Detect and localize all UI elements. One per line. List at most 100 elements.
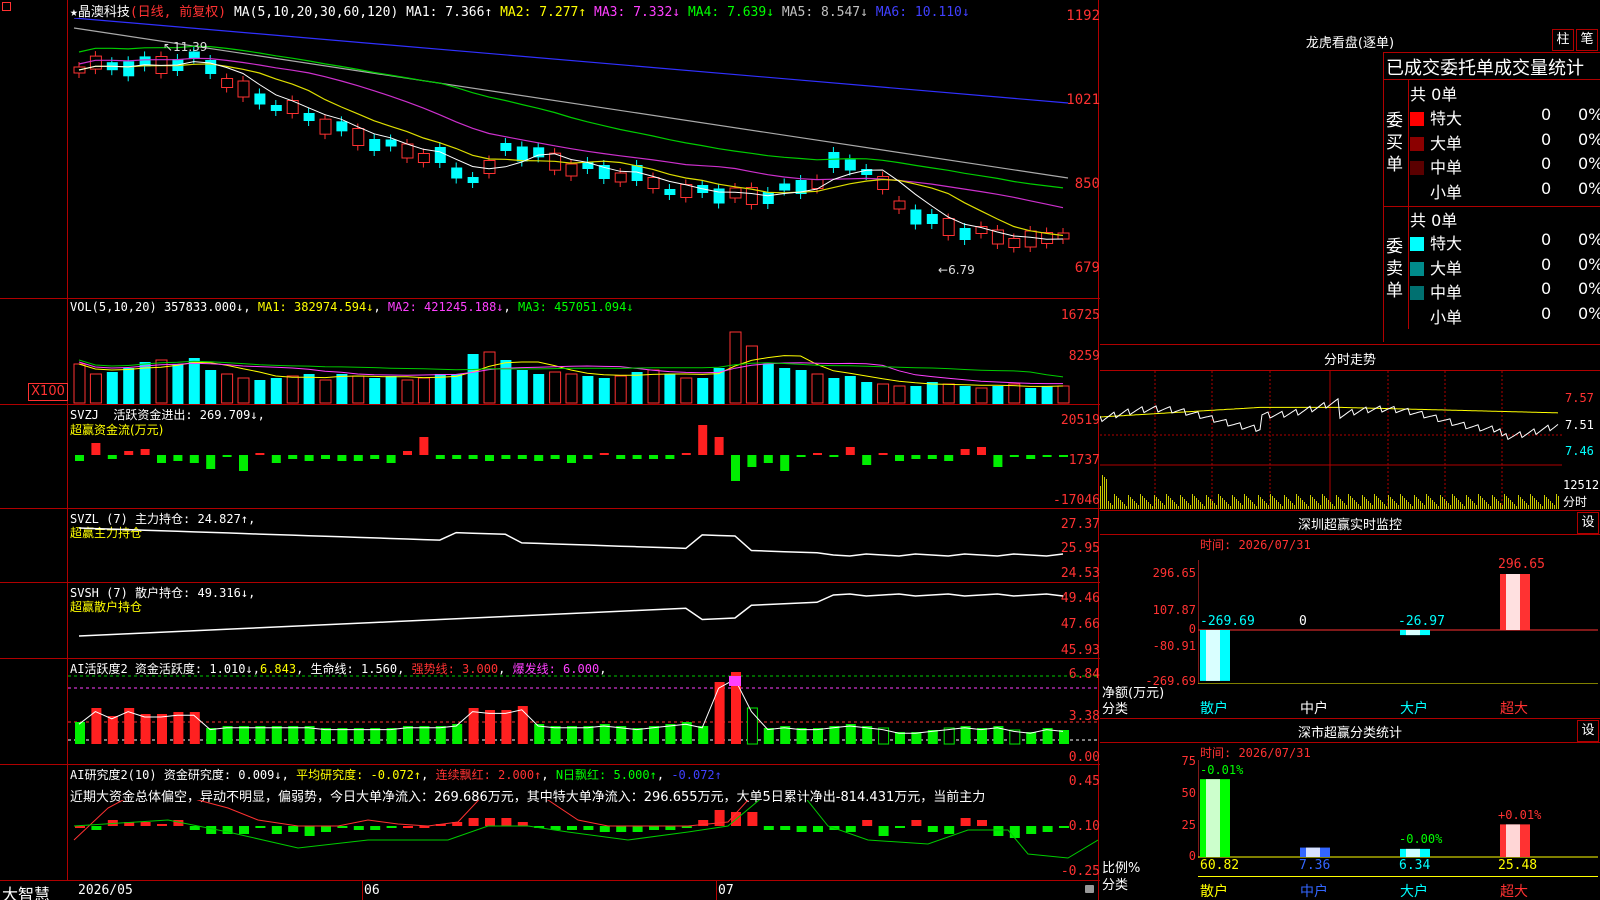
sell-side-label: 委卖单: [1386, 237, 1403, 301]
sz-monitor-axis-title2: 分类: [1102, 702, 1129, 717]
sz-monitor-cat: 大户: [1400, 701, 1428, 717]
sz-stats-change: -0.01%: [1200, 763, 1244, 777]
sz-stats-value: 6.34: [1399, 858, 1431, 873]
sell-color-swatch: [1410, 310, 1424, 325]
intraday-chart[interactable]: [1100, 371, 1562, 509]
corner-settings-icon[interactable]: [2, 2, 11, 11]
candle: [221, 73, 234, 93]
buy-pct: 0%: [1578, 154, 1600, 173]
sell-color-swatch: [1410, 261, 1424, 276]
candle: [893, 196, 906, 214]
candle: [959, 223, 971, 245]
buy-pct: 0%: [1578, 178, 1600, 198]
sell-row: 大单 0 0%: [1410, 255, 1600, 279]
sz-monitor-cat: 中户: [1300, 701, 1328, 717]
sell-pct: 0%: [1578, 254, 1600, 274]
sz-monitor-bar: [1200, 630, 1230, 681]
sz-stats-tick: 75: [1181, 754, 1196, 768]
candle: [303, 108, 315, 126]
sell-name: 小单: [1430, 307, 1463, 327]
sell-pct: 0%: [1578, 279, 1600, 298]
sz-monitor-title: 深圳超赢实时监控: [1297, 518, 1402, 533]
sell-pct: 0%: [1578, 230, 1600, 249]
sell-color-swatch: [1410, 237, 1424, 251]
sz-stats-bar: [1400, 848, 1430, 857]
candle: [910, 204, 922, 230]
sell-name: 大单: [1430, 258, 1463, 278]
price-chart[interactable]: [68, 18, 1098, 298]
buy-count: 0: [1541, 129, 1552, 149]
candle: [991, 225, 1004, 249]
sz-monitor-settings-button[interactable]: 设: [1577, 512, 1599, 534]
sz-stats-cat: 大户: [1400, 884, 1428, 900]
ai-research-chart[interactable]: [68, 800, 1098, 880]
candle: [680, 179, 693, 203]
svzj-chart[interactable]: [68, 406, 1098, 508]
candle: [500, 138, 512, 156]
buy-color-swatch: [1410, 185, 1424, 200]
sz-stats-settings-button[interactable]: 设: [1577, 720, 1599, 742]
lhb-bar-button[interactable]: 柱: [1552, 29, 1574, 51]
sell-pct: 0%: [1578, 303, 1600, 323]
candle: [319, 114, 332, 140]
high-marker: ↖11.39: [163, 40, 208, 54]
sz-monitor-tick: 107.87: [1152, 603, 1196, 617]
sz-stats-cat: 散户: [1200, 884, 1228, 900]
candle: [417, 148, 430, 168]
sz-stats-axis-title2: 分类: [1102, 878, 1129, 893]
lhb-tabs[interactable]: 已成交委托单成交量统计: [1386, 54, 1600, 80]
sell-row: 特大 0 0%: [1410, 230, 1600, 254]
candle: [1057, 228, 1070, 244]
chart-area[interactable]: ★晶澳科技(日线, 前复权) MA(5,10,20,30,60,120) MA1…: [0, 0, 1100, 900]
candle: [975, 221, 988, 239]
candle: [89, 51, 102, 75]
sell-color-swatch: [1410, 286, 1424, 300]
candle: [533, 142, 545, 163]
intraday-vol-label: 12512: [1563, 478, 1600, 492]
sell-count: 0: [1541, 230, 1552, 249]
ma5-line: [73, 27, 1069, 179]
buy-pct: 0%: [1578, 105, 1600, 124]
candle: [598, 160, 610, 184]
buy-row: 大单 0 0%: [1410, 130, 1600, 154]
candle: [434, 142, 446, 168]
sz-monitor-time: 时间: 2026/07/31: [1200, 538, 1311, 552]
sz-monitor-bar: [1500, 574, 1530, 630]
lock-icon[interactable]: [1085, 885, 1094, 893]
svzl-chart[interactable]: [68, 510, 1098, 582]
sz-monitor-cat: 散户: [1200, 701, 1228, 717]
candle: [467, 172, 479, 188]
candle: [713, 183, 725, 209]
sz-stats-bar: [1200, 779, 1230, 857]
intraday-unit: 分时: [1563, 495, 1588, 509]
sz-monitor-tick: 296.65: [1152, 566, 1196, 580]
lhb-tick-button[interactable]: 笔: [1576, 29, 1598, 51]
buy-count: 0: [1541, 154, 1552, 173]
sz-stats-change: -0.00%: [1399, 832, 1443, 846]
buy-side-label: 委买单: [1386, 111, 1403, 175]
sz-stats-change: +0.01%: [1498, 808, 1542, 822]
ai-res-tick: 0.45: [1068, 774, 1100, 789]
candle: [286, 95, 299, 119]
low-marker: ←6.79: [938, 263, 975, 277]
sell-count: 0: [1541, 303, 1552, 323]
date-label: 06: [364, 883, 380, 898]
sell-name: 特大: [1430, 234, 1463, 253]
ai-research-header: AI研究度2(10) 资金研究度: 0.009↓, 平均研究度: -0.072↑…: [70, 768, 722, 782]
candle: [270, 100, 282, 116]
vol-unit-badge[interactable]: X100: [28, 383, 68, 401]
buy-color-swatch: [1410, 112, 1424, 126]
sz-stats-value: 25.48: [1498, 858, 1538, 873]
date-label: 2026/05: [78, 883, 133, 898]
sz-stats-cat: 中户: [1300, 884, 1328, 900]
candle: [369, 134, 381, 156]
candlesticks: [73, 46, 1070, 253]
sell-name: 中单: [1430, 283, 1463, 302]
sell-row: 小单 0 0%: [1410, 304, 1600, 328]
volume-chart[interactable]: [68, 312, 1098, 404]
sz-monitor-value: -26.97: [1398, 614, 1445, 629]
sz-stats-title: 深市超赢分类统计: [1297, 726, 1402, 741]
candle: [139, 51, 151, 72]
ai-activity-chart[interactable]: [68, 660, 1098, 764]
svsh-chart[interactable]: [68, 584, 1098, 658]
